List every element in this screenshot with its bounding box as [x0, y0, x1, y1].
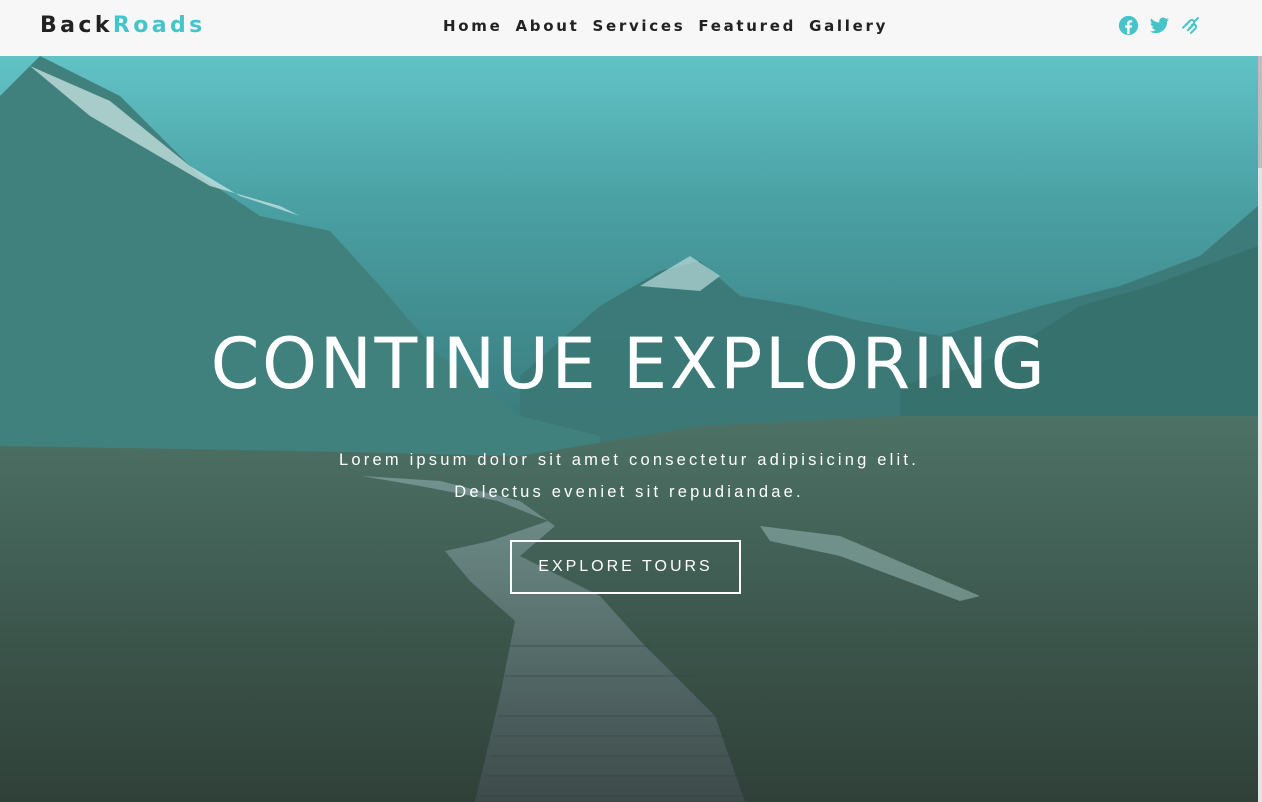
hero-subtitle-line-1: Lorem ipsum dolor sit amet consectetur a…: [339, 451, 919, 469]
hero-banner: CONTINUE EXPLORING Lorem ipsum dolor sit…: [0, 56, 1258, 802]
brand-logo-part-back: Back: [40, 13, 113, 38]
nav-link-services[interactable]: Services: [592, 15, 685, 37]
page-scrollbar[interactable]: [1258, 56, 1262, 802]
hero-subtitle-line-2: Delectus eveniet sit repudiandae.: [454, 483, 804, 501]
nav-link-featured[interactable]: Featured: [698, 15, 796, 37]
navbar: BackRoads Home About Services Featured G…: [0, 0, 1262, 56]
facebook-icon[interactable]: [1118, 15, 1139, 36]
twitter-icon[interactable]: [1149, 15, 1170, 36]
squarespace-icon[interactable]: [1180, 15, 1201, 36]
hero-title: CONTINUE EXPLORING: [210, 323, 1048, 405]
nav-link-gallery[interactable]: Gallery: [809, 15, 888, 37]
nav-link-about[interactable]: About: [515, 15, 579, 37]
social-links: [1118, 15, 1201, 36]
scrollbar-thumb[interactable]: [1258, 56, 1262, 168]
nav-link-home[interactable]: Home: [443, 15, 502, 37]
hero-background-image: [0, 56, 1258, 802]
nav-links: Home About Services Featured Gallery: [443, 15, 888, 37]
brand-logo[interactable]: BackRoads: [40, 12, 206, 40]
explore-tours-button[interactable]: EXPLORE TOURS: [510, 540, 741, 594]
brand-logo-part-roads: Roads: [112, 13, 206, 38]
